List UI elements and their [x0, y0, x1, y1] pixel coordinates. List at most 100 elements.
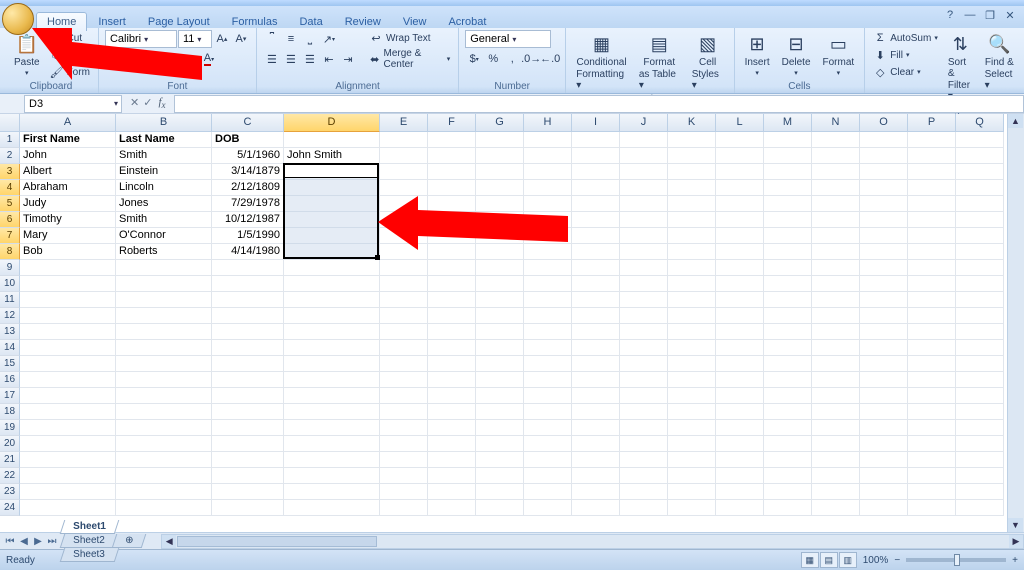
cell[interactable]	[380, 404, 428, 420]
cell[interactable]	[380, 180, 428, 196]
cell[interactable]	[380, 324, 428, 340]
cell[interactable]	[716, 308, 764, 324]
cell[interactable]	[716, 276, 764, 292]
zoom-slider[interactable]	[906, 558, 1006, 562]
cell[interactable]	[620, 436, 668, 452]
cell[interactable]	[476, 292, 524, 308]
cell[interactable]	[860, 404, 908, 420]
tab-first-icon[interactable]: ⏮	[4, 536, 16, 547]
cell[interactable]	[668, 292, 716, 308]
cell[interactable]	[476, 500, 524, 516]
cell[interactable]	[716, 388, 764, 404]
cell[interactable]	[716, 436, 764, 452]
cell[interactable]: 7/29/1978	[212, 196, 284, 212]
cell[interactable]	[668, 356, 716, 372]
cell[interactable]	[716, 164, 764, 180]
cell[interactable]	[860, 468, 908, 484]
cell[interactable]: Bob	[20, 244, 116, 260]
cell[interactable]	[524, 372, 572, 388]
cell[interactable]: 3/14/1879	[212, 164, 284, 180]
cell[interactable]	[284, 420, 380, 436]
cell[interactable]	[764, 420, 812, 436]
cell[interactable]	[716, 500, 764, 516]
cell[interactable]	[764, 148, 812, 164]
cell[interactable]	[212, 436, 284, 452]
cell[interactable]	[620, 340, 668, 356]
cell[interactable]	[764, 164, 812, 180]
cell[interactable]	[668, 132, 716, 148]
cell[interactable]	[212, 468, 284, 484]
cell[interactable]	[956, 388, 1004, 404]
shrink-font-button[interactable]: A▾	[232, 30, 250, 48]
col-header-G[interactable]: G	[476, 114, 524, 132]
cell[interactable]	[908, 468, 956, 484]
row-header[interactable]: 19	[0, 420, 20, 436]
cell[interactable]	[212, 452, 284, 468]
cell[interactable]	[620, 356, 668, 372]
grow-font-button[interactable]: A▴	[213, 30, 231, 48]
cell[interactable]	[620, 276, 668, 292]
cell[interactable]	[380, 420, 428, 436]
merge-center-button[interactable]: ⬌Merge & Center▾	[367, 47, 452, 71]
cell[interactable]	[20, 308, 116, 324]
cell[interactable]	[20, 468, 116, 484]
cell[interactable]	[428, 404, 476, 420]
find-select-button[interactable]: 🔍Find &Select ▾	[981, 30, 1018, 93]
cell[interactable]	[284, 372, 380, 388]
cell[interactable]	[284, 500, 380, 516]
cell[interactable]	[860, 164, 908, 180]
cell[interactable]	[812, 180, 860, 196]
cell[interactable]	[860, 228, 908, 244]
cell[interactable]: 4/14/1980	[212, 244, 284, 260]
cell[interactable]	[668, 452, 716, 468]
cell[interactable]	[668, 484, 716, 500]
cell[interactable]	[524, 148, 572, 164]
cell[interactable]	[716, 260, 764, 276]
cell[interactable]	[284, 324, 380, 340]
cell[interactable]	[764, 244, 812, 260]
cell[interactable]	[764, 500, 812, 516]
cell[interactable]	[908, 228, 956, 244]
cell[interactable]	[764, 180, 812, 196]
cell[interactable]	[956, 244, 1004, 260]
cell[interactable]	[668, 404, 716, 420]
cell[interactable]	[908, 404, 956, 420]
cell[interactable]	[476, 372, 524, 388]
scroll-down-icon[interactable]: ▼	[1008, 518, 1023, 532]
cell[interactable]	[908, 260, 956, 276]
cell[interactable]	[20, 436, 116, 452]
cell[interactable]	[380, 276, 428, 292]
cell[interactable]	[572, 340, 620, 356]
cell[interactable]: Smith	[116, 212, 212, 228]
cell[interactable]	[476, 404, 524, 420]
cell[interactable]	[20, 420, 116, 436]
cell[interactable]	[284, 276, 380, 292]
cell[interactable]	[524, 404, 572, 420]
cell[interactable]	[620, 148, 668, 164]
cell[interactable]	[956, 500, 1004, 516]
cell[interactable]	[116, 436, 212, 452]
row-header[interactable]: 10	[0, 276, 20, 292]
cell[interactable]	[524, 452, 572, 468]
cell[interactable]	[116, 276, 212, 292]
number-format-combo[interactable]: General▾	[465, 30, 551, 48]
zoom-level[interactable]: 100%	[863, 555, 889, 566]
cell[interactable]	[572, 452, 620, 468]
cell[interactable]: O'Connor	[116, 228, 212, 244]
cell[interactable]	[428, 452, 476, 468]
cell[interactable]	[620, 132, 668, 148]
cell[interactable]	[764, 324, 812, 340]
sheet-tab-sheet1[interactable]: Sheet1	[60, 520, 119, 534]
view-normal-button[interactable]: ▦	[801, 552, 819, 568]
cell[interactable]	[116, 452, 212, 468]
cell[interactable]	[716, 356, 764, 372]
cell[interactable]	[212, 260, 284, 276]
cell[interactable]	[956, 228, 1004, 244]
close-icon[interactable]: ✕	[1002, 8, 1018, 22]
cell[interactable]	[572, 164, 620, 180]
conditional-formatting-button[interactable]: ▦ Conditional Formatting ▾	[572, 30, 631, 93]
cell[interactable]	[284, 484, 380, 500]
zoom-in-button[interactable]: +	[1012, 555, 1018, 566]
cell[interactable]	[476, 484, 524, 500]
cell[interactable]	[812, 356, 860, 372]
